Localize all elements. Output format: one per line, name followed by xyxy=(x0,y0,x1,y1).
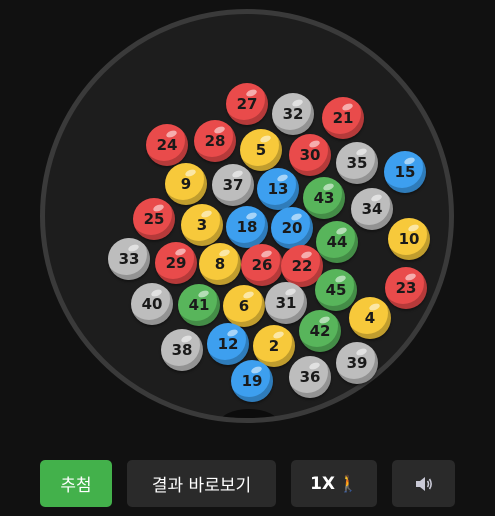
lotto-ball-42: 42 xyxy=(299,310,341,352)
lotto-ball-10: 10 xyxy=(388,218,430,260)
lotto-ball-number: 35 xyxy=(346,154,368,172)
lotto-ball-18: 18 xyxy=(226,206,268,248)
lotto-ball-37: 37 xyxy=(212,164,254,206)
lotto-ball-number: 42 xyxy=(309,322,331,340)
lotto-ball-6: 6 xyxy=(223,285,265,327)
lotto-ball-number: 27 xyxy=(236,95,258,113)
lotto-ball-number: 26 xyxy=(251,256,273,274)
lotto-ball-number: 29 xyxy=(165,254,187,272)
lotto-ball-41: 41 xyxy=(178,284,220,326)
lotto-ball-number: 15 xyxy=(394,163,416,181)
lotto-ball-number: 25 xyxy=(143,210,165,228)
lotto-ball-number: 45 xyxy=(325,281,347,299)
lotto-ball-number: 44 xyxy=(326,233,348,251)
lotto-ball-number: 37 xyxy=(222,176,244,194)
lotto-ball-number: 28 xyxy=(204,132,226,150)
lotto-ball-number: 30 xyxy=(299,146,321,164)
lotto-ball-27: 27 xyxy=(226,83,268,125)
lotto-ball-29: 29 xyxy=(155,242,197,284)
lotto-ball-number: 41 xyxy=(188,296,210,314)
lotto-ball-44: 44 xyxy=(316,221,358,263)
lotto-ball-number: 21 xyxy=(332,109,354,127)
lotto-ball-number: 31 xyxy=(275,294,297,312)
lotto-ball-number: 23 xyxy=(395,279,417,297)
drum-outlet xyxy=(219,409,279,418)
lotto-ball-45: 45 xyxy=(315,269,357,311)
lotto-ball-number: 32 xyxy=(282,105,304,123)
lotto-ball-34: 34 xyxy=(351,188,393,230)
lotto-ball-15: 15 xyxy=(384,151,426,193)
lotto-ball-19: 19 xyxy=(231,360,273,402)
lotto-ball-5: 5 xyxy=(240,129,282,171)
lotto-ball-number: 13 xyxy=(267,180,289,198)
lotto-ball-number: 2 xyxy=(268,337,280,355)
lotto-ball-number: 9 xyxy=(180,175,192,193)
lotto-ball-25: 25 xyxy=(133,198,175,240)
lotto-ball-20: 20 xyxy=(271,207,313,249)
lotto-ball-12: 12 xyxy=(207,323,249,365)
lotto-ball-number: 19 xyxy=(241,372,263,390)
lotto-ball-28: 28 xyxy=(194,120,236,162)
lotto-ball-number: 36 xyxy=(299,368,321,386)
lotto-ball-23: 23 xyxy=(385,267,427,309)
lotto-ball-number: 22 xyxy=(291,257,313,275)
lotto-ball-32: 32 xyxy=(272,93,314,135)
lotto-ball-36: 36 xyxy=(289,356,331,398)
speaker-icon xyxy=(414,475,434,493)
lotto-ball-number: 40 xyxy=(141,295,163,313)
show-result-button-label: 결과 바로보기 xyxy=(151,476,252,496)
lotto-machine: 27 32 21 24 28 5 30 35 15 9 37 13 43 34 25 3 18 20 44 10 33 2… xyxy=(0,0,495,516)
lotto-ball-number: 24 xyxy=(156,136,178,154)
lotto-ball-number: 43 xyxy=(313,189,335,207)
lotto-ball-8: 8 xyxy=(199,243,241,285)
speed-button-label: 1X xyxy=(310,473,335,494)
lotto-ball-number: 12 xyxy=(217,335,239,353)
lotto-ball-30: 30 xyxy=(289,134,331,176)
show-result-button[interactable]: 결과 바로보기 xyxy=(127,460,276,507)
lotto-ball-number: 33 xyxy=(118,250,140,268)
lotto-ball-33: 33 xyxy=(108,238,150,280)
lotto-ball-number: 20 xyxy=(281,219,303,237)
lotto-ball-39: 39 xyxy=(336,342,378,384)
lotto-ball-9: 9 xyxy=(165,163,207,205)
speed-button[interactable]: 1X 🚶 xyxy=(291,460,377,507)
draw-button[interactable]: 추첨 xyxy=(40,460,112,507)
lotto-ball-number: 10 xyxy=(398,230,420,248)
lotto-ball-38: 38 xyxy=(161,329,203,371)
sound-button[interactable] xyxy=(392,460,455,507)
lotto-ball-number: 8 xyxy=(214,255,226,273)
lotto-ball-21: 21 xyxy=(322,97,364,139)
lotto-ball-number: 3 xyxy=(196,216,208,234)
lotto-ball-31: 31 xyxy=(265,282,307,324)
lotto-ball-35: 35 xyxy=(336,142,378,184)
control-bar: 추첨 결과 바로보기 1X 🚶 xyxy=(0,460,495,508)
lotto-ball-13: 13 xyxy=(257,168,299,210)
lotto-ball-24: 24 xyxy=(146,124,188,166)
walking-person-icon: 🚶 xyxy=(338,474,358,493)
lotto-ball-number: 34 xyxy=(361,200,383,218)
lotto-ball-number: 18 xyxy=(236,218,258,236)
lotto-ball-40: 40 xyxy=(131,283,173,325)
lotto-ball-number: 6 xyxy=(238,297,250,315)
lotto-ball-26: 26 xyxy=(241,244,283,286)
lotto-ball-3: 3 xyxy=(181,204,223,246)
lotto-ball-43: 43 xyxy=(303,177,345,219)
lotto-ball-4: 4 xyxy=(349,297,391,339)
lotto-ball-number: 5 xyxy=(255,141,267,159)
draw-button-label: 추첨 xyxy=(60,476,92,496)
lotto-ball-number: 4 xyxy=(364,309,376,327)
lotto-ball-number: 38 xyxy=(171,341,193,359)
lotto-ball-number: 39 xyxy=(346,354,368,372)
